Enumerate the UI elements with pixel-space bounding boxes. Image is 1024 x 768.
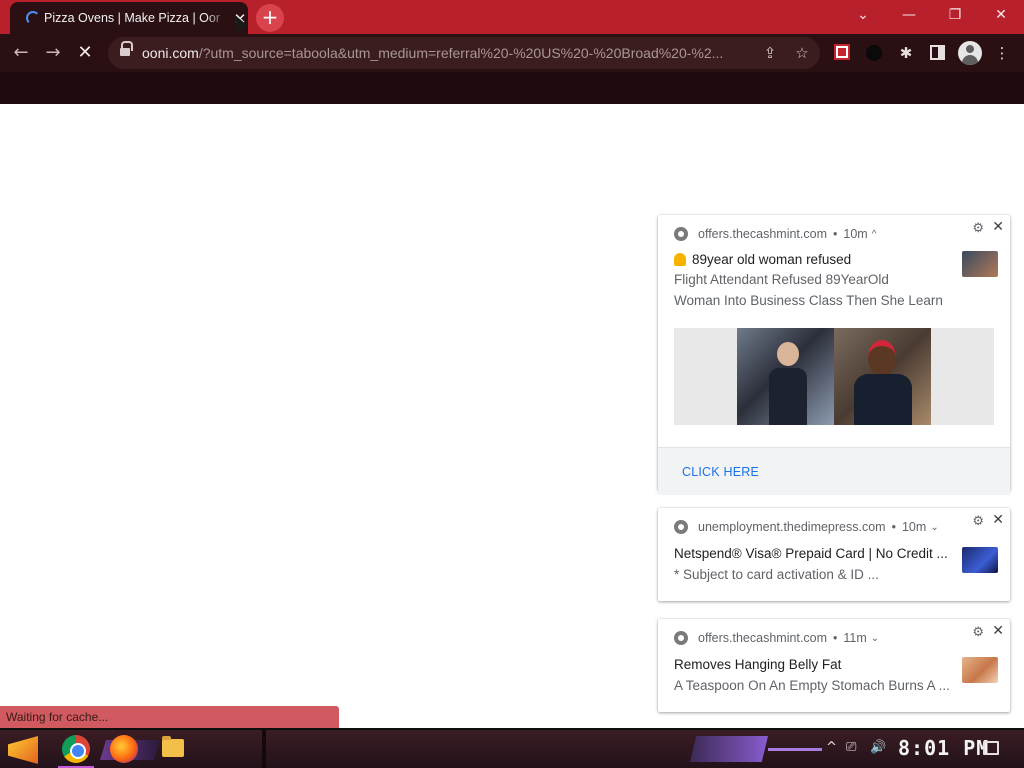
clock[interactable]: 8:01 PM — [898, 736, 989, 760]
notification-card[interactable]: unemployment.thedimepress.com • 10m ⌄ ⚙ … — [658, 508, 1010, 601]
notification-title: Removes Hanging Belly Fat — [674, 657, 842, 672]
extensions-puzzle-icon[interactable]: ✱ — [896, 43, 916, 63]
volume-icon[interactable]: 🔊 — [870, 740, 886, 755]
browser-menu-icon[interactable]: ⋮ — [992, 43, 1012, 63]
close-window-button[interactable]: ✕ — [978, 0, 1024, 30]
notification-source: offers.thecashmint.com — [698, 227, 827, 241]
close-icon[interactable]: ✕ — [992, 622, 1004, 639]
notification-body-line2: Woman Into Business Class Then She Learn — [674, 293, 943, 308]
chrome-icon — [674, 631, 688, 645]
collapse-chevron-icon[interactable]: ^ — [872, 229, 877, 240]
notification-body-line1: Flight Attendant Refused 89YearOld — [674, 272, 889, 287]
click-here-button[interactable]: CLICK HERE — [658, 447, 1010, 495]
notification-header: unemployment.thedimepress.com • 10m ⌄ — [674, 518, 939, 536]
url-text[interactable]: ooni.com/?utm_source=taboola&utm_medium=… — [142, 45, 746, 61]
tab-title: Pizza Ovens | Make Pizza | Ooni — [44, 11, 220, 25]
file-explorer-icon[interactable] — [162, 736, 184, 757]
status-bubble: Waiting for cache... — [0, 706, 339, 729]
chrome-icon — [674, 520, 688, 534]
bookmark-star-icon[interactable]: ☆ — [792, 43, 812, 63]
notification-age: 10m — [901, 520, 927, 534]
tab-strip: Pizza Ovens | Make Pizza | Ooni ✕ + ⌄ — … — [0, 0, 1024, 34]
new-tab-button[interactable]: + — [256, 4, 284, 32]
side-panel-icon[interactable] — [930, 45, 945, 60]
notification-header: offers.thecashmint.com • 10m ^ — [674, 225, 876, 243]
notification-image-frame — [674, 328, 994, 425]
notification-body: A Teaspoon On An Empty Stomach Burns A .… — [674, 678, 950, 693]
address-bar[interactable]: ooni.com/?utm_source=taboola&utm_medium=… — [108, 37, 820, 69]
forward-button[interactable]: → — [38, 38, 68, 68]
tab-title-fade — [206, 6, 228, 30]
url-host: ooni.com — [142, 45, 199, 61]
back-button[interactable]: ← — [6, 38, 36, 68]
extension-dark-icon[interactable] — [866, 45, 882, 61]
loading-spinner-icon — [26, 11, 40, 25]
settings-gear-icon[interactable]: ⚙ — [972, 513, 984, 529]
notification-card[interactable]: offers.thecashmint.com • 11m ⌄ ⚙ ✕ Remov… — [658, 619, 1010, 712]
network-icon[interactable]: ⎚ — [846, 740, 856, 755]
stop-loading-button[interactable]: ✕ — [70, 38, 100, 68]
tab-search-button[interactable]: ⌄ — [840, 0, 886, 30]
notification-title: 89year old woman refused — [674, 251, 950, 267]
expand-chevron-icon[interactable]: ⌄ — [930, 522, 938, 533]
firefox-taskbar-icon[interactable] — [110, 735, 138, 763]
notification-source: unemployment.thedimepress.com — [698, 520, 886, 534]
notification-title-text: 89year old woman refused — [692, 252, 852, 267]
notification-image — [737, 328, 931, 425]
action-label: CLICK HERE — [682, 465, 760, 479]
close-icon[interactable]: ✕ — [992, 218, 1004, 235]
notification-thumbnail — [962, 657, 998, 683]
taskbar: ^ ⎚ 🔊 8:01 PM — [0, 728, 1024, 768]
separator-dot: • — [833, 631, 838, 645]
taskbar-decoration — [768, 748, 822, 751]
url-path: /?utm_source=taboola&utm_medium=referral… — [198, 45, 724, 61]
browser-toolbar: ← → ✕ ooni.com/?utm_source=taboola&utm_m… — [0, 34, 1024, 72]
extension-red-icon[interactable] — [834, 44, 850, 60]
settings-gear-icon[interactable]: ⚙ — [972, 220, 984, 236]
notification-card[interactable]: offers.thecashmint.com • 10m ^ ⚙ ✕ 89yea… — [658, 215, 1010, 495]
bookmark-bar — [0, 72, 1024, 104]
taskbar-decoration — [690, 736, 768, 762]
profile-avatar[interactable] — [958, 41, 982, 65]
restore-button[interactable]: ❐ — [932, 0, 978, 30]
settings-gear-icon[interactable]: ⚙ — [972, 624, 984, 640]
bell-icon — [674, 253, 686, 266]
expand-chevron-icon[interactable]: ⌄ — [871, 633, 879, 644]
start-menu-icon[interactable] — [8, 736, 38, 764]
share-icon[interactable]: ⇪ — [760, 43, 780, 63]
chrome-icon — [674, 227, 688, 241]
close-icon[interactable]: ✕ — [992, 511, 1004, 528]
notification-source: offers.thecashmint.com — [698, 631, 827, 645]
show-hidden-icons-chevron[interactable]: ^ — [826, 740, 837, 755]
action-center-icon[interactable] — [983, 741, 999, 755]
lock-icon[interactable] — [120, 41, 133, 58]
notification-age: 10m — [843, 227, 868, 241]
minimize-button[interactable]: — — [886, 0, 932, 30]
notification-header: offers.thecashmint.com • 11m ⌄ — [674, 629, 879, 647]
separator-dot: • — [833, 227, 838, 241]
notification-thumbnail — [962, 547, 998, 573]
notification-title: Netspend® Visa® Prepaid Card | No Credit… — [674, 546, 948, 561]
notification-age: 11m — [843, 631, 867, 645]
separator-dot: • — [891, 520, 896, 534]
taskbar-divider — [262, 730, 266, 768]
notification-body: * Subject to card activation & ID ... — [674, 567, 879, 582]
tab-active[interactable]: Pizza Ovens | Make Pizza | Ooni ✕ — [10, 2, 248, 34]
image-elderly-woman — [834, 328, 931, 425]
chrome-taskbar-icon[interactable] — [62, 735, 90, 763]
image-flight-attendant — [737, 328, 834, 425]
